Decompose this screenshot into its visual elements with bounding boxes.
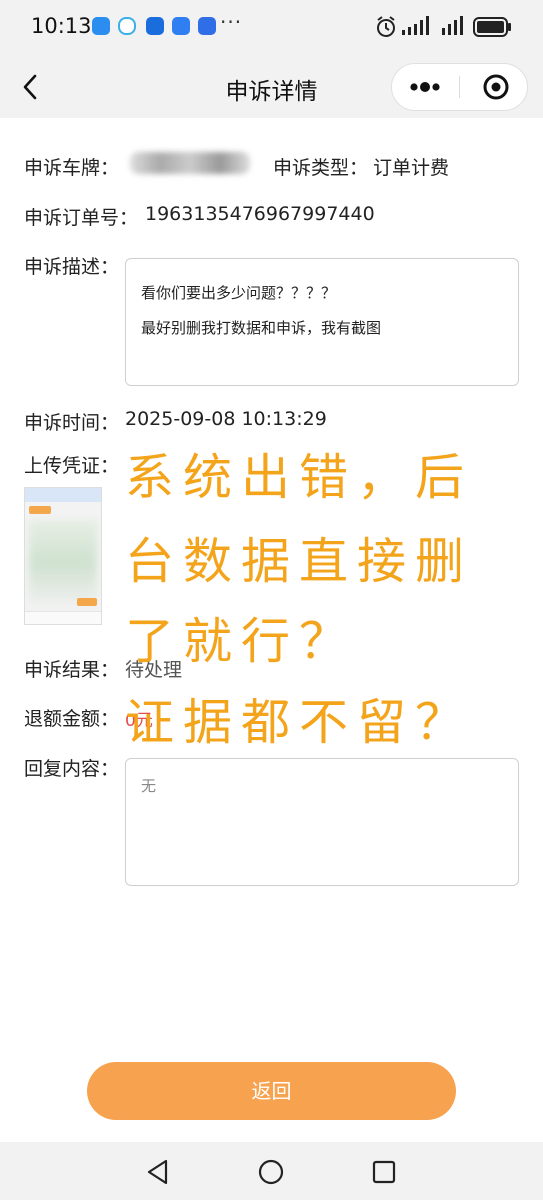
notification-upload-icon: [172, 17, 190, 35]
desc-label: 申诉描述：: [24, 256, 120, 278]
signal2-icon: [442, 16, 463, 35]
return-button[interactable]: 返回: [87, 1062, 456, 1120]
notification-cloud-icon: [118, 17, 136, 35]
order-value: 1963135476967997440: [145, 203, 375, 225]
plate-label: 申诉车牌：: [24, 157, 120, 179]
nav-home-icon[interactable]: [257, 1158, 285, 1186]
overlay-text-line: 证据都不留？: [125, 694, 474, 751]
desc-line: 看你们要出多少问题？？？？: [141, 284, 337, 302]
thumb-topbar: [25, 488, 101, 502]
battery-icon: [473, 17, 511, 37]
refund-label: 退额金额：: [24, 708, 120, 730]
overlay-text-line: 了就行？: [125, 613, 358, 670]
time-value: 2025-09-08 10:13:29: [125, 408, 327, 430]
overlay-text-line: 台数据直接删: [125, 533, 474, 590]
reply-box: 无: [125, 758, 519, 886]
more-dots-icon: [410, 82, 440, 92]
thumb-button: [77, 598, 97, 606]
evidence-thumbnail[interactable]: [24, 487, 102, 625]
nav-bar: 申诉详情: [0, 56, 543, 118]
reply-label: 回复内容：: [24, 758, 120, 780]
target-close-icon: [483, 74, 509, 100]
reply-value: 无: [141, 777, 157, 795]
notification-browser-icon: [198, 17, 216, 35]
capsule-divider: [459, 76, 460, 98]
nav-recents-icon[interactable]: [370, 1158, 398, 1186]
type-value: 订单计费: [373, 157, 450, 179]
close-button[interactable]: [462, 64, 526, 110]
plate-value-blurred: [130, 152, 250, 174]
notification-app-icon: [92, 17, 110, 35]
thumb-content-blurred: [29, 520, 97, 606]
upload-label: 上传凭证：: [24, 455, 120, 477]
type-label: 申诉类型：: [273, 157, 369, 179]
time-label: 申诉时间：: [24, 412, 120, 434]
result-label: 申诉结果：: [24, 659, 120, 681]
status-time: 10:13: [31, 14, 92, 38]
status-bar: 10:13 ···: [0, 0, 543, 56]
description-box: 看你们要出多少问题？？？？ 最好别删我打数据和申诉，我有截图: [125, 258, 519, 386]
overlay-text-line: 系统出错，后: [125, 449, 474, 506]
thumb-tabbar: [25, 611, 101, 624]
thumb-logo: [29, 506, 51, 514]
signal-icon: [402, 16, 429, 35]
desc-line: 最好别删我打数据和申诉，我有截图: [141, 319, 382, 337]
system-nav-bar: [0, 1142, 543, 1200]
notification-app2-icon: [146, 17, 164, 35]
order-label: 申诉订单号：: [24, 207, 139, 229]
alarm-icon: [377, 16, 395, 37]
status-more-text: ···: [220, 10, 243, 34]
miniprogram-capsule: [391, 63, 528, 111]
nav-back-icon[interactable]: [144, 1158, 172, 1186]
more-button[interactable]: [392, 64, 458, 110]
